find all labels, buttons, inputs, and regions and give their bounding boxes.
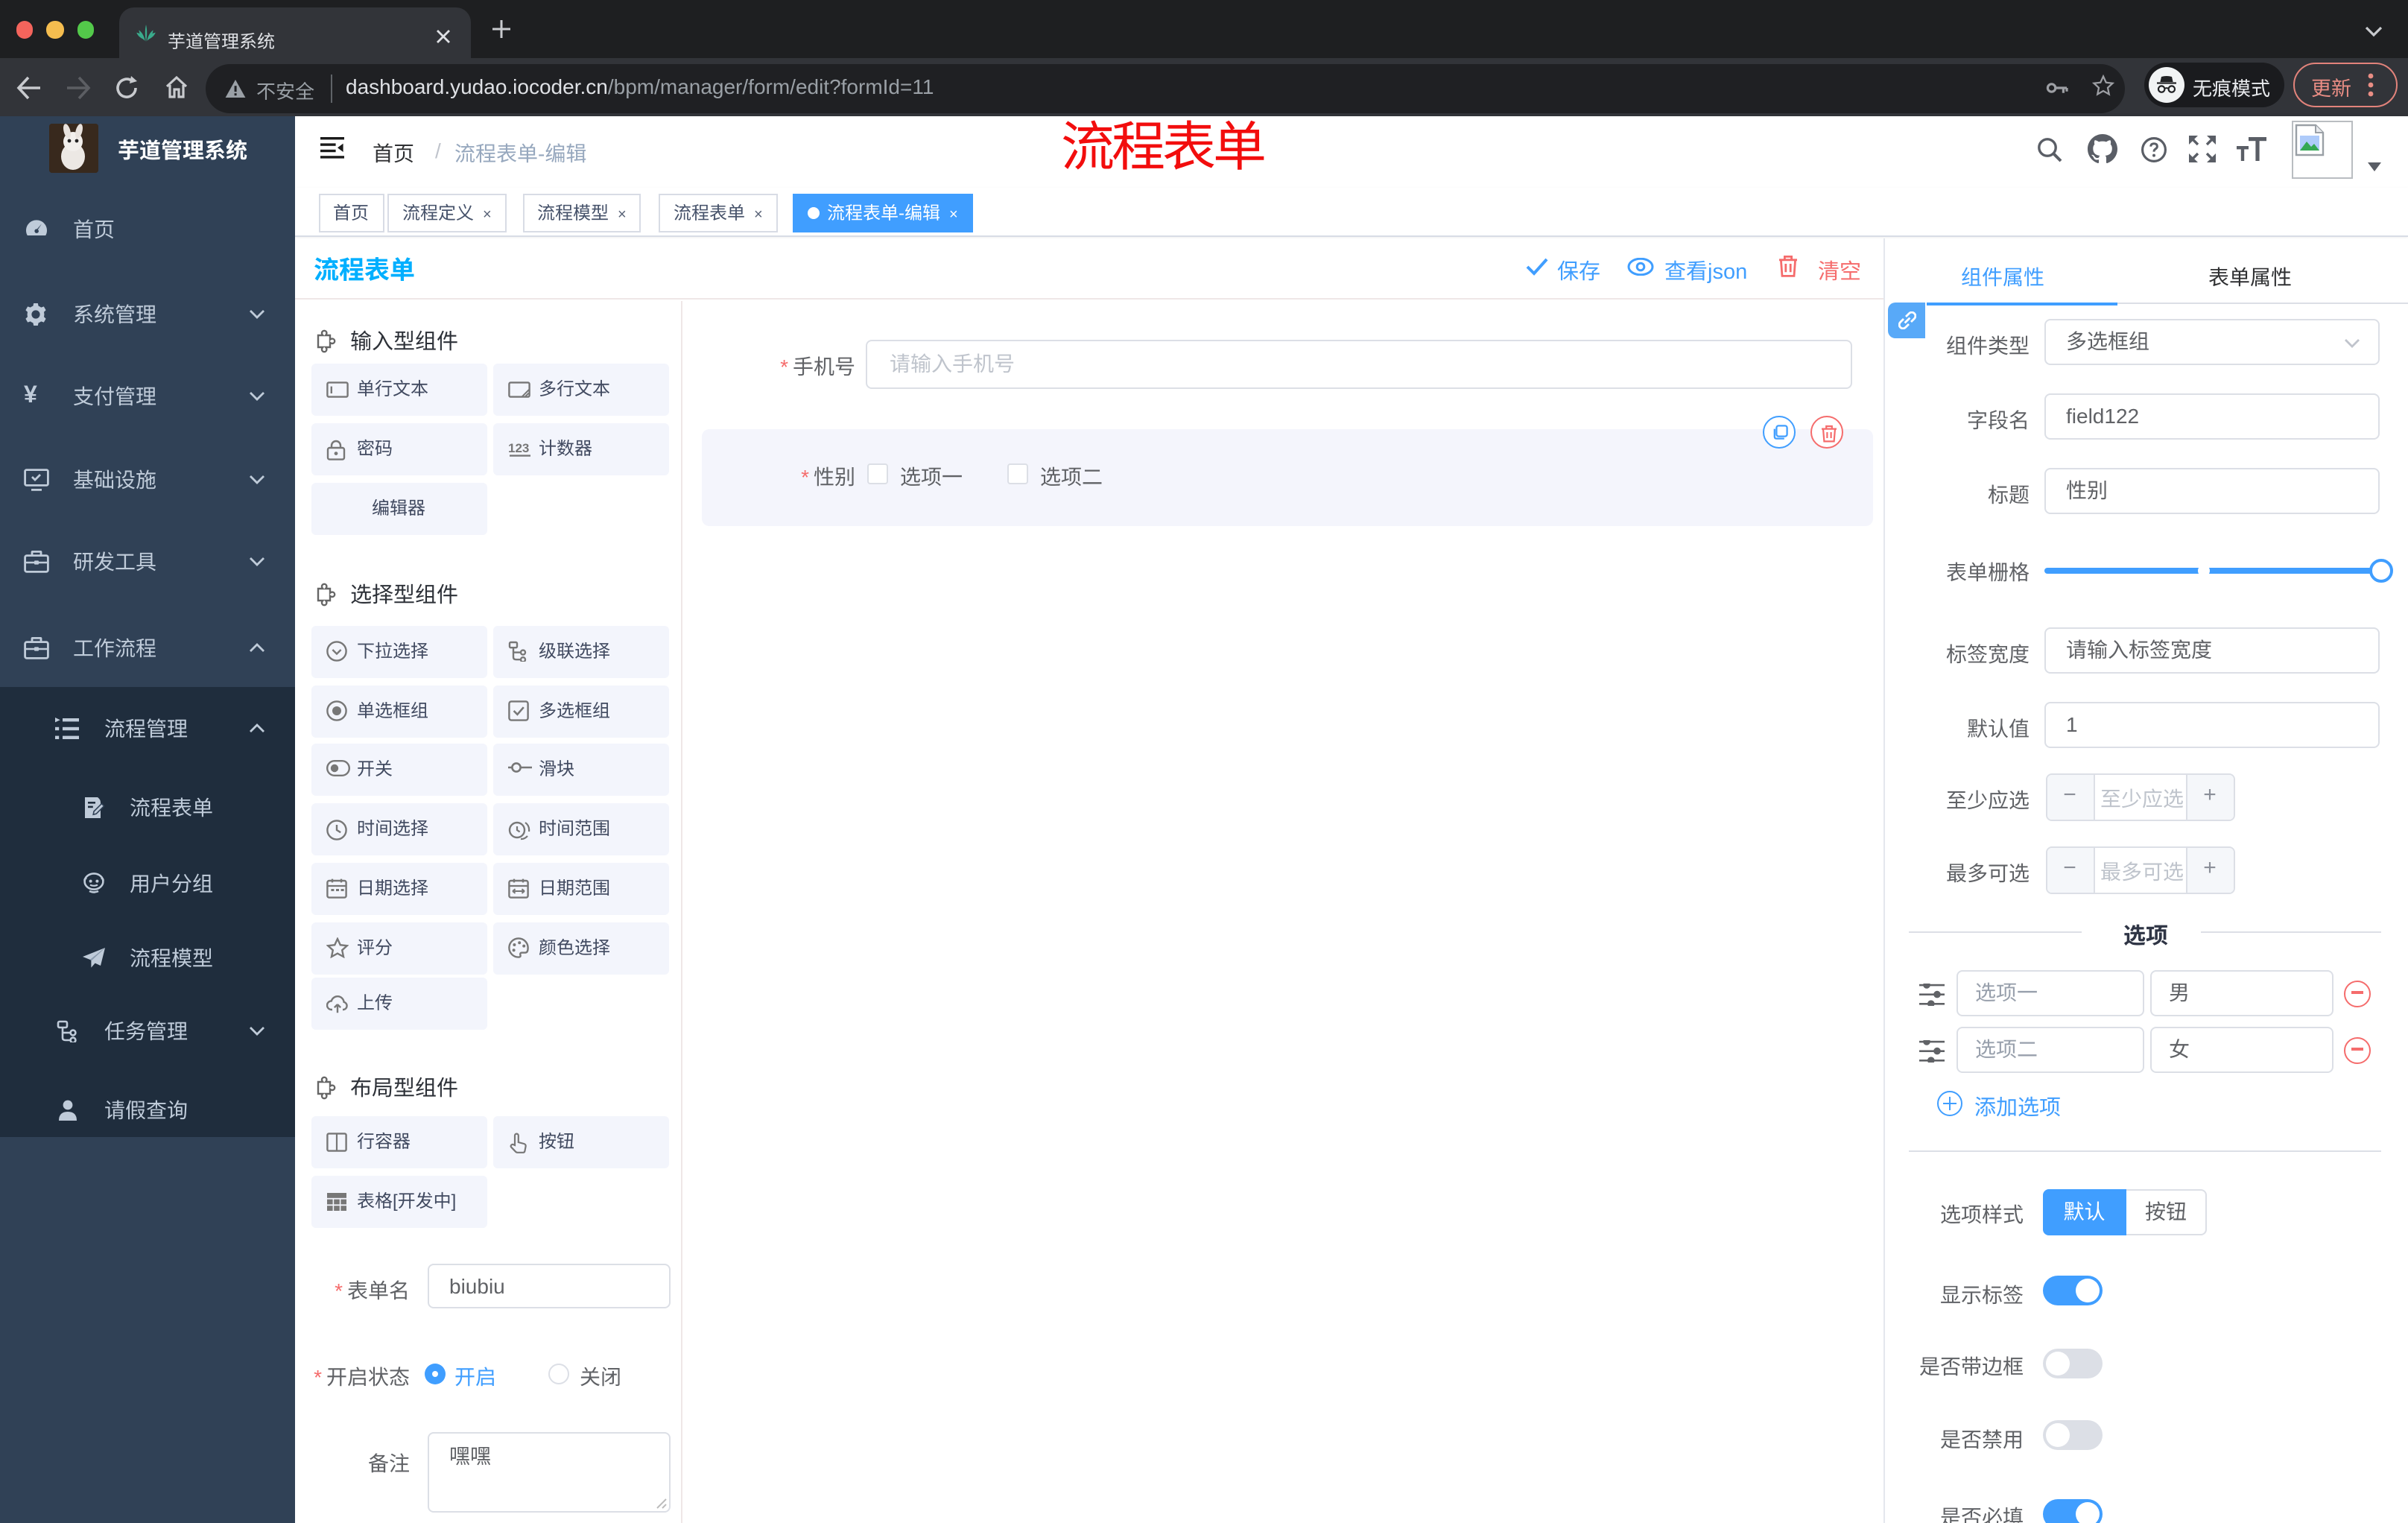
svg-text:123: 123: [507, 440, 528, 455]
